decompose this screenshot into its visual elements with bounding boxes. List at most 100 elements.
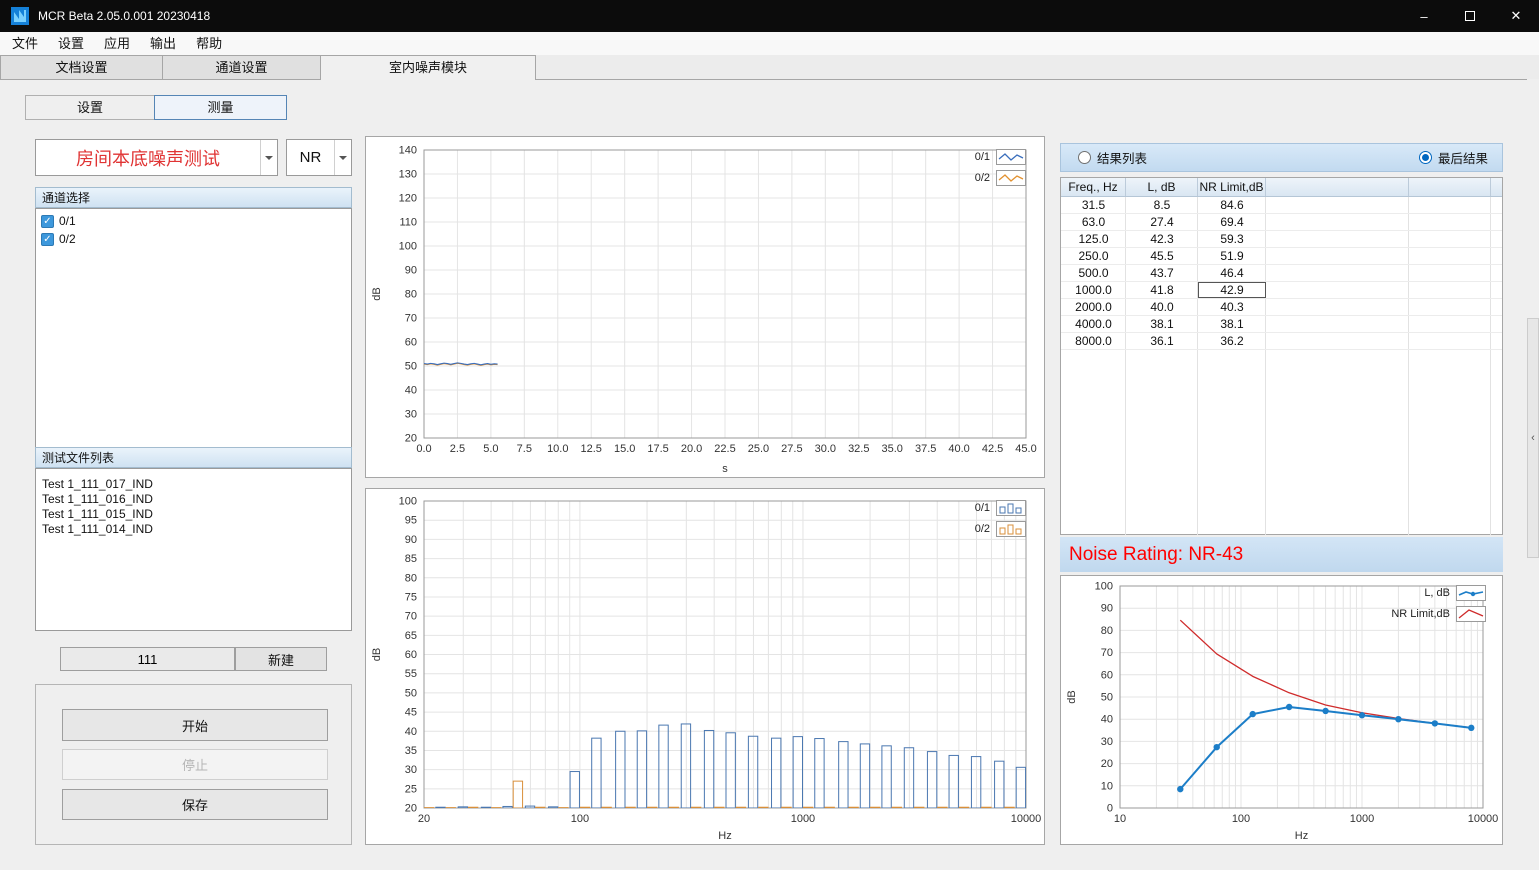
table-cell[interactable]: 1000.0 [1061, 282, 1126, 298]
table-cell[interactable] [1266, 333, 1409, 349]
table-cell[interactable]: 125.0 [1061, 231, 1126, 247]
save-button[interactable]: 保存 [62, 789, 328, 820]
new-button[interactable]: 新建 [235, 647, 327, 671]
test-file-item[interactable]: Test 1_111_015_IND [36, 507, 351, 522]
tab-channel-settings[interactable]: 通道设置 [163, 55, 321, 79]
last-result-radio[interactable] [1419, 151, 1432, 164]
table-cell[interactable]: 43.7 [1126, 265, 1198, 281]
test-type-combobox[interactable]: 房间本底噪声测试 [35, 139, 278, 176]
last-result-radio-group[interactable]: 最后结果 [1419, 148, 1488, 167]
table-cell[interactable]: 27.4 [1126, 214, 1198, 230]
table-cell[interactable] [1409, 265, 1491, 281]
table-cell[interactable] [1409, 214, 1491, 230]
table-cell[interactable]: 42.3 [1126, 231, 1198, 247]
table-row[interactable]: 63.027.469.4 [1061, 214, 1502, 231]
table-cell[interactable]: 40.3 [1198, 299, 1266, 315]
channel-item[interactable]: ✓0/1 [36, 212, 351, 230]
menu-item-output[interactable]: 输出 [140, 32, 186, 55]
menu-item-apply[interactable]: 应用 [94, 32, 140, 55]
channel-item[interactable]: ✓0/2 [36, 230, 351, 248]
results-column-header[interactable]: NR Limit,dB [1198, 178, 1266, 196]
close-button[interactable]: ✕ [1493, 0, 1539, 32]
rating-type-combobox[interactable]: NR [286, 139, 352, 176]
table-cell[interactable] [1409, 248, 1491, 264]
svg-text:dB: dB [371, 648, 383, 661]
table-cell[interactable] [1266, 248, 1409, 264]
stop-button[interactable]: 停止 [62, 749, 328, 780]
table-cell[interactable]: 46.4 [1198, 265, 1266, 281]
legend-item: 0/2 [975, 521, 1026, 537]
table-cell[interactable] [1266, 197, 1409, 213]
table-cell[interactable]: 2000.0 [1061, 299, 1126, 315]
table-cell[interactable]: 36.1 [1126, 333, 1198, 349]
results-list-radio-label: 结果列表 [1097, 148, 1147, 167]
table-cell[interactable]: 38.1 [1198, 316, 1266, 332]
table-row[interactable]: 2000.040.040.3 [1061, 299, 1502, 316]
results-list-radio[interactable] [1078, 151, 1091, 164]
results-column-header[interactable] [1266, 178, 1409, 196]
checkbox-checked-icon[interactable]: ✓ [41, 233, 54, 246]
minimize-button[interactable]: – [1401, 0, 1447, 32]
chevron-down-icon[interactable] [260, 140, 277, 175]
subtab-settings[interactable]: 设置 [25, 95, 155, 120]
menu-item-file[interactable]: 文件 [2, 32, 48, 55]
subtab-measure[interactable]: 测量 [154, 95, 287, 120]
table-cell[interactable]: 4000.0 [1061, 316, 1126, 332]
table-cell[interactable]: 8000.0 [1061, 333, 1126, 349]
table-cell[interactable] [1409, 197, 1491, 213]
table-cell[interactable] [1266, 282, 1409, 298]
table-row[interactable]: 4000.038.138.1 [1061, 316, 1502, 333]
table-cell[interactable]: 51.9 [1198, 248, 1266, 264]
table-row[interactable]: 125.042.359.3 [1061, 231, 1502, 248]
table-cell[interactable]: 42.9 [1198, 282, 1266, 298]
table-cell[interactable] [1409, 282, 1491, 298]
table-cell[interactable] [1409, 231, 1491, 247]
table-cell[interactable]: 250.0 [1061, 248, 1126, 264]
channel-list[interactable]: ✓0/1✓0/2 [35, 208, 352, 448]
table-cell[interactable] [1266, 316, 1409, 332]
table-cell[interactable] [1409, 299, 1491, 315]
table-cell[interactable] [1409, 333, 1491, 349]
menu-item-settings[interactable]: 设置 [48, 32, 94, 55]
spectrum-chart-svg: 2025303540455055606570758085909510020100… [366, 489, 1044, 844]
table-cell[interactable]: 84.6 [1198, 197, 1266, 213]
table-cell[interactable]: 63.0 [1061, 214, 1126, 230]
table-row[interactable]: 1000.041.842.9 [1061, 282, 1502, 299]
table-row[interactable]: 250.045.551.9 [1061, 248, 1502, 265]
tab-document-settings[interactable]: 文档设置 [0, 55, 163, 79]
chevron-down-icon[interactable] [334, 140, 351, 175]
test-file-item[interactable]: Test 1_111_017_IND [36, 477, 351, 492]
tab-room-noise-module[interactable]: 室内噪声模块 [321, 55, 536, 80]
start-button[interactable]: 开始 [62, 709, 328, 741]
table-cell[interactable]: 500.0 [1061, 265, 1126, 281]
test-file-item[interactable]: Test 1_111_016_IND [36, 492, 351, 507]
results-column-header[interactable] [1409, 178, 1491, 196]
table-cell[interactable] [1266, 214, 1409, 230]
table-cell[interactable] [1409, 316, 1491, 332]
table-cell[interactable]: 8.5 [1126, 197, 1198, 213]
table-cell[interactable]: 31.5 [1061, 197, 1126, 213]
table-cell[interactable]: 69.4 [1198, 214, 1266, 230]
test-file-list[interactable]: Test 1_111_017_INDTest 1_111_016_INDTest… [35, 468, 352, 631]
menu-item-help[interactable]: 帮助 [186, 32, 232, 55]
collapse-panel-handle[interactable]: ‹ [1527, 318, 1539, 558]
table-cell[interactable]: 59.3 [1198, 231, 1266, 247]
table-row[interactable]: 500.043.746.4 [1061, 265, 1502, 282]
table-row[interactable]: 31.58.584.6 [1061, 197, 1502, 214]
table-cell[interactable]: 38.1 [1126, 316, 1198, 332]
file-name-input[interactable] [60, 647, 235, 671]
results-list-radio-group[interactable]: 结果列表 [1078, 148, 1147, 167]
table-cell[interactable]: 41.8 [1126, 282, 1198, 298]
results-column-header[interactable]: Freq., Hz [1061, 178, 1126, 196]
test-file-item[interactable]: Test 1_111_014_IND [36, 522, 351, 537]
maximize-button[interactable] [1447, 0, 1493, 32]
table-cell[interactable]: 45.5 [1126, 248, 1198, 264]
results-column-header[interactable]: L, dB [1126, 178, 1198, 196]
checkbox-checked-icon[interactable]: ✓ [41, 215, 54, 228]
table-cell[interactable]: 36.2 [1198, 333, 1266, 349]
table-cell[interactable] [1266, 299, 1409, 315]
table-row[interactable]: 8000.036.136.2 [1061, 333, 1502, 350]
table-cell[interactable] [1266, 231, 1409, 247]
table-cell[interactable]: 40.0 [1126, 299, 1198, 315]
table-cell[interactable] [1266, 265, 1409, 281]
